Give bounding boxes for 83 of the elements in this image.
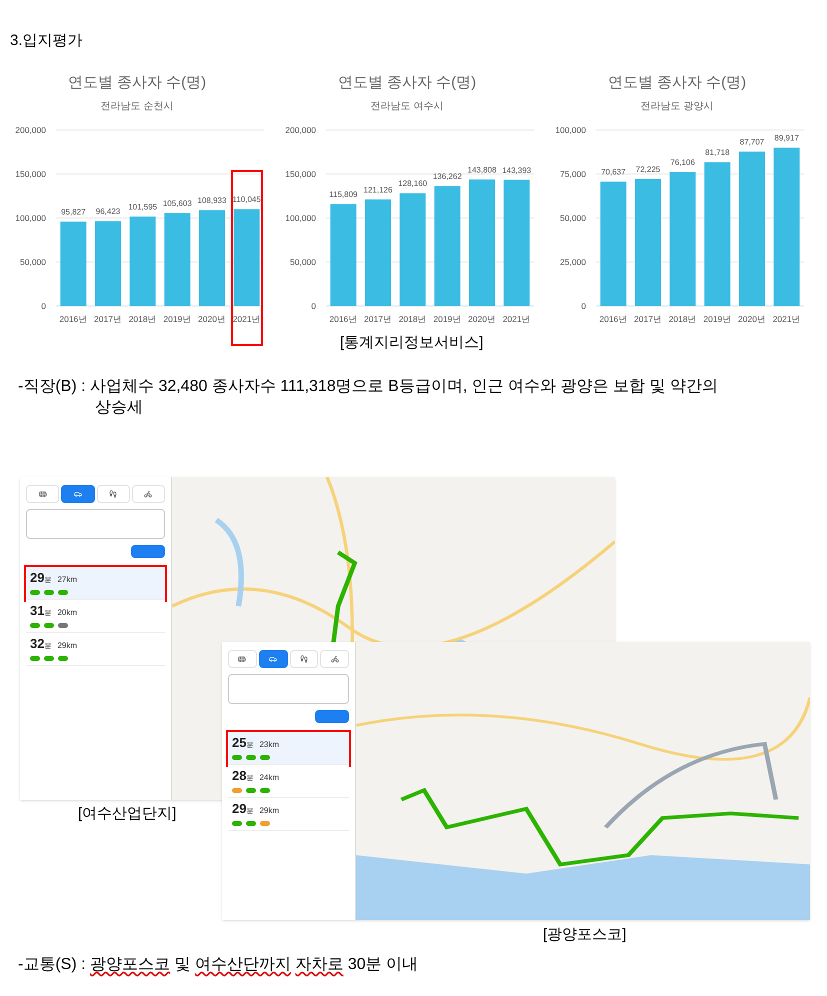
transport-icon bbox=[74, 490, 82, 498]
data-label: 128,160 bbox=[398, 178, 428, 188]
route-input-box[interactable] bbox=[26, 509, 165, 539]
data-label: 72,225 bbox=[636, 164, 660, 174]
map-caption: [광양포스코] bbox=[543, 925, 626, 945]
axis-category-label: 2017년 bbox=[364, 314, 392, 324]
data-label: 95,827 bbox=[61, 207, 86, 216]
route-distance: 29km bbox=[57, 640, 78, 652]
chart-subtitle: 전라남도 광양시 bbox=[640, 100, 714, 114]
axis-category-label: 2021년 bbox=[772, 314, 801, 324]
data-label: 136,262 bbox=[432, 172, 462, 181]
axis-category-label: 2019년 bbox=[703, 314, 732, 324]
axis-tick-label: 75,000 bbox=[560, 168, 586, 178]
axis-tick-label: 150,000 bbox=[15, 168, 46, 178]
axis-category-label: 2018년 bbox=[128, 314, 157, 324]
data-label: 70,637 bbox=[601, 167, 626, 176]
chart-title: 연도별 종사자 수(명) bbox=[338, 73, 476, 93]
axis-tick-label: 0 bbox=[311, 300, 316, 310]
data-label: 115,809 bbox=[329, 190, 358, 199]
chart-subtitle: 전라남도 순천시 bbox=[100, 100, 174, 114]
data-label: 81,718 bbox=[705, 148, 730, 157]
axis-category-label: 2019년 bbox=[433, 314, 462, 324]
axis-tick-label: 0 bbox=[581, 300, 586, 310]
route-input-box[interactable] bbox=[228, 674, 349, 704]
axis-category-label: 2017년 bbox=[634, 314, 662, 324]
data-label: 110,045 bbox=[232, 194, 261, 204]
chart-source-caption: [통계지리정보서비스] bbox=[340, 333, 484, 353]
data-label: 87,707 bbox=[740, 137, 764, 146]
data-label: 108,933 bbox=[198, 196, 226, 205]
axis-tick-label: 100,000 bbox=[285, 212, 316, 222]
chart-title: 연도별 종사자 수(명) bbox=[608, 73, 746, 93]
route-distance: 20km bbox=[57, 607, 78, 619]
search-route-button[interactable] bbox=[315, 710, 349, 723]
axis-tick-label: 50,000 bbox=[560, 212, 586, 222]
axis-category-label: 2020년 bbox=[198, 314, 226, 324]
data-label: 76,106 bbox=[670, 158, 695, 167]
transport-icon bbox=[300, 655, 308, 663]
axis-tick-label: 50,000 bbox=[20, 256, 46, 266]
axis-category-label: 2018년 bbox=[398, 314, 427, 324]
axis-tick-label: 100,000 bbox=[555, 124, 586, 134]
axis-category-label: 2019년 bbox=[163, 314, 192, 324]
chart-title: 연도별 종사자 수(명) bbox=[68, 73, 206, 93]
axis-category-label: 2021년 bbox=[232, 314, 261, 324]
transport-tab[interactable] bbox=[258, 650, 288, 668]
axis-tick-label: 200,000 bbox=[285, 124, 316, 134]
route-distance: 27km bbox=[57, 574, 78, 586]
transport-icon bbox=[238, 655, 246, 663]
axis-category-label: 2016년 bbox=[599, 314, 628, 324]
axis-category-label: 2017년 bbox=[94, 314, 122, 324]
workplace-paragraph: -직장(B) : 사업체수 32,480 종사자수 111,318명으로 B등급이며, 인근 여수와 광양은 보합 및 약간의 상승세 bbox=[18, 377, 719, 418]
transport-tab[interactable] bbox=[61, 485, 94, 503]
transport-icon bbox=[269, 655, 278, 663]
data-label: 105,603 bbox=[162, 198, 192, 208]
route-distance: 24km bbox=[259, 772, 280, 784]
data-label: 101,595 bbox=[128, 202, 158, 212]
route-distance: 29km bbox=[259, 805, 280, 817]
section-heading: 3.입지평가 bbox=[10, 31, 83, 51]
map-caption: [여수산업단지] bbox=[78, 804, 176, 824]
transport-icon bbox=[144, 490, 152, 498]
axis-category-label: 2018년 bbox=[668, 314, 697, 324]
data-label: 96,423 bbox=[96, 206, 120, 216]
axis-category-label: 2016년 bbox=[59, 314, 88, 324]
axis-tick-label: 150,000 bbox=[285, 168, 316, 178]
route-distance: 23km bbox=[259, 739, 280, 751]
axis-category-label: 2016년 bbox=[329, 314, 358, 324]
axis-category-label: 2021년 bbox=[502, 314, 531, 324]
axis-category-label: 2020년 bbox=[738, 314, 766, 324]
data-label: 121,126 bbox=[364, 184, 392, 194]
axis-tick-label: 100,000 bbox=[15, 212, 46, 222]
search-route-button[interactable] bbox=[131, 545, 165, 558]
traffic-paragraph: -교통(S) : 광양포스코 및 여수산단까지 자차로 30분 이내 bbox=[18, 955, 418, 975]
axis-tick-label: 50,000 bbox=[290, 256, 316, 266]
axis-tick-label: 0 bbox=[41, 300, 46, 310]
transport-icon bbox=[38, 490, 47, 498]
chart-subtitle: 전라남도 여수시 bbox=[370, 100, 444, 114]
transport-icon bbox=[109, 490, 118, 498]
data-label: 89,917 bbox=[774, 133, 799, 142]
data-label: 143,393 bbox=[502, 165, 532, 174]
axis-tick-label: 25,000 bbox=[560, 256, 586, 266]
data-label: 143,808 bbox=[468, 164, 496, 174]
axis-tick-label: 200,000 bbox=[15, 124, 46, 134]
axis-category-label: 2020년 bbox=[468, 314, 496, 324]
transport-icon bbox=[330, 655, 339, 663]
